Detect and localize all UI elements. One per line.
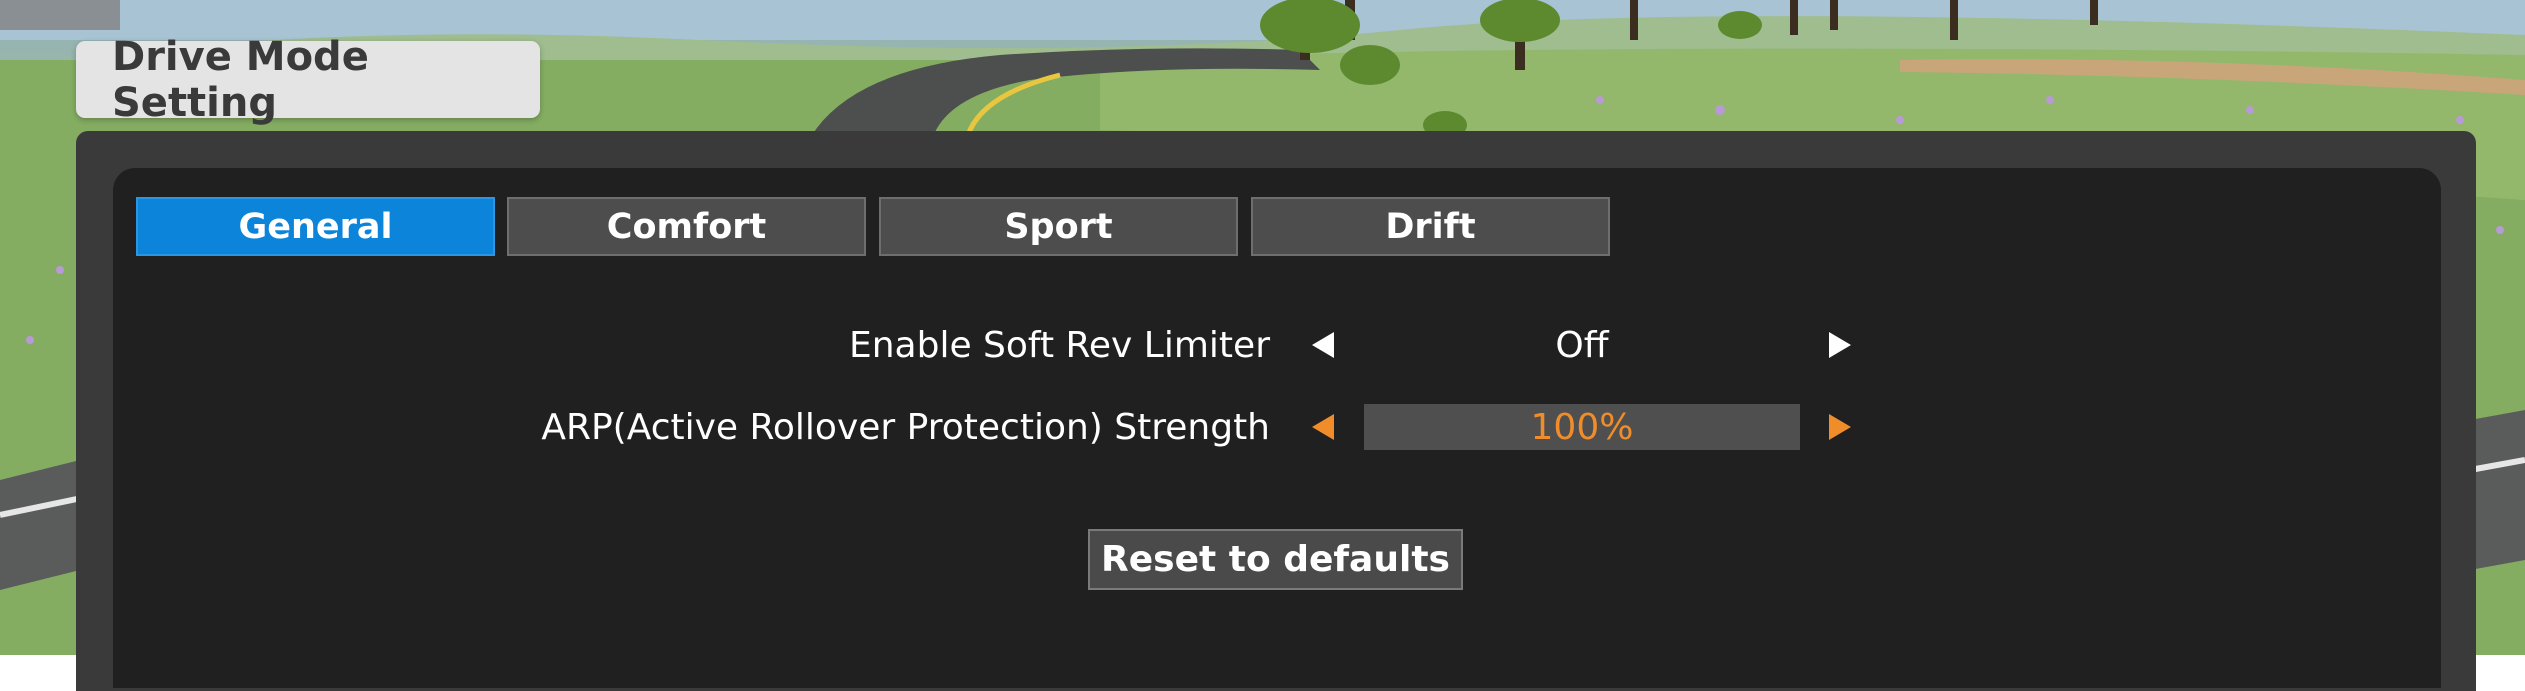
triangle-left-icon: [1312, 332, 1334, 358]
arp-strength-increase-button[interactable]: [1820, 402, 1860, 452]
tab-sport[interactable]: Sport: [879, 197, 1238, 256]
soft-rev-limiter-prev-button[interactable]: [1303, 320, 1343, 370]
soft-rev-limiter-value: Off: [1555, 324, 1609, 366]
triangle-left-icon: [1312, 414, 1334, 440]
soft-rev-limiter-next-button[interactable]: [1820, 320, 1860, 370]
triangle-right-icon: [1829, 414, 1851, 440]
tab-general[interactable]: General: [136, 197, 495, 256]
window-title: Drive Mode Setting: [76, 34, 540, 126]
arp-strength-value: 100%: [1364, 404, 1800, 450]
tab-comfort[interactable]: Comfort: [507, 197, 866, 256]
reset-to-defaults-button[interactable]: Reset to defaults: [1088, 529, 1463, 590]
tab-drift[interactable]: Drift: [1251, 197, 1610, 256]
arp-strength-decrease-button[interactable]: [1303, 402, 1343, 452]
triangle-right-icon: [1829, 332, 1851, 358]
setting-label-arp-strength: ARP(Active Rollover Protection) Strength: [541, 406, 1270, 448]
setting-label-soft-rev-limiter: Enable Soft Rev Limiter: [848, 324, 1270, 366]
